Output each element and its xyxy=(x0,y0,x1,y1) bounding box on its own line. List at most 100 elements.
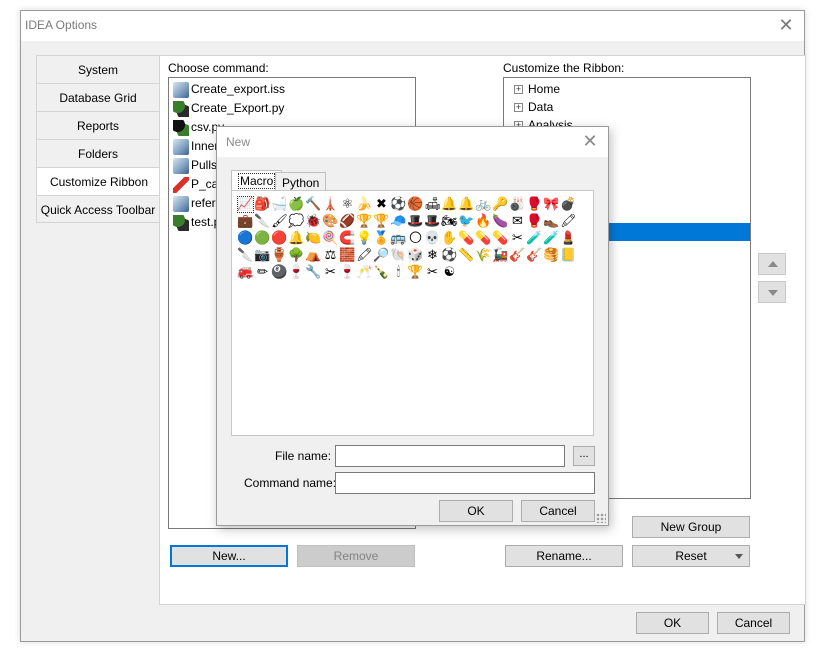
icon-option[interactable]: 🚲 xyxy=(475,196,492,213)
icon-option[interactable]: ⚛ xyxy=(339,196,356,213)
icon-option[interactable]: 🔔 xyxy=(288,230,305,247)
close-icon[interactable]: ✕ xyxy=(774,14,798,38)
icon-option[interactable]: 🎳 xyxy=(509,196,526,213)
reset-button[interactable]: Reset xyxy=(632,545,750,567)
icon-option[interactable]: 🥊 xyxy=(526,213,543,230)
tab-reports[interactable]: Reports xyxy=(36,111,160,139)
file-name-field[interactable] xyxy=(335,445,565,467)
icon-option[interactable]: 🏍 xyxy=(441,213,458,230)
icon-option[interactable]: 🖍 xyxy=(560,213,577,230)
icon-option[interactable]: 💊 xyxy=(492,230,509,247)
icon-option[interactable]: 🔔 xyxy=(441,196,458,213)
icon-option[interactable]: 🔪 xyxy=(254,213,271,230)
icon-option[interactable]: 🏅 xyxy=(373,230,390,247)
icon-option[interactable]: ✖ xyxy=(373,196,390,213)
list-item[interactable]: Create_export.iss xyxy=(169,80,415,99)
icon-option[interactable]: 🎸 xyxy=(526,247,543,264)
icon-option[interactable]: 🎒 xyxy=(254,196,271,213)
icon-option[interactable]: 📏 xyxy=(458,247,475,264)
icon-option[interactable]: 🧪 xyxy=(526,230,543,247)
tab-folders[interactable]: Folders xyxy=(36,139,160,167)
icon-option[interactable]: 🏆 xyxy=(407,264,424,281)
list-item[interactable]: Create_Export.py xyxy=(169,99,415,118)
icon-option[interactable]: 🍆 xyxy=(492,213,509,230)
icon-option[interactable]: ❄ xyxy=(424,247,441,264)
icon-option[interactable]: 🎲 xyxy=(407,247,424,264)
icon-option[interactable]: 🏆 xyxy=(373,213,390,230)
icon-option[interactable]: 🥊 xyxy=(526,196,543,213)
icon-option[interactable]: 🍌 xyxy=(356,196,373,213)
icon-option[interactable]: 🌳 xyxy=(288,247,305,264)
icon-option[interactable]: 🕯 xyxy=(390,264,407,281)
icon-option[interactable]: 🐦 xyxy=(458,213,475,230)
icon-option[interactable]: 🎸 xyxy=(509,247,526,264)
icon-option[interactable]: 🎱 xyxy=(271,264,288,281)
icon-option[interactable]: 🟢 xyxy=(254,230,271,247)
icon-option[interactable]: 🐚 xyxy=(390,247,407,264)
icon-option[interactable]: 💡 xyxy=(356,230,373,247)
icon-option[interactable]: 💊 xyxy=(475,230,492,247)
icon-option[interactable]: 💣 xyxy=(560,196,577,213)
command-name-field[interactable] xyxy=(335,472,595,494)
icon-option[interactable]: 🗼 xyxy=(322,196,339,213)
icon-option[interactable]: 💄 xyxy=(560,230,577,247)
icon-option[interactable]: 🚒 xyxy=(237,264,254,281)
icon-option[interactable]: 🖌 xyxy=(271,213,288,230)
tree-item-home[interactable]: + Home xyxy=(504,80,750,98)
icon-option[interactable]: 🔑 xyxy=(492,196,509,213)
icon-option[interactable]: 📷 xyxy=(254,247,271,264)
icon-option[interactable]: 🧢 xyxy=(390,213,407,230)
icon-option[interactable]: 💊 xyxy=(458,230,475,247)
move-up-button[interactable] xyxy=(758,253,786,275)
icon-option[interactable]: 🎀 xyxy=(543,196,560,213)
icon-option[interactable]: ⛺ xyxy=(305,247,322,264)
icon-option[interactable]: 🧲 xyxy=(339,230,356,247)
tab-customize-ribbon[interactable]: Customize Ribbon xyxy=(36,167,161,195)
icon-option[interactable]: 🎩 xyxy=(407,213,424,230)
expand-icon[interactable]: + xyxy=(514,84,523,94)
move-down-button[interactable] xyxy=(758,281,786,303)
icon-option[interactable]: 🌾 xyxy=(475,247,492,264)
icon-option[interactable]: 🍏 xyxy=(288,196,305,213)
icon-option[interactable]: ⚽ xyxy=(441,247,458,264)
icon-option[interactable]: ⚽ xyxy=(390,196,407,213)
icon-option[interactable]: 🥂 xyxy=(356,264,373,281)
icon-option[interactable]: ✏ xyxy=(254,264,271,281)
icon-option[interactable]: 🍷 xyxy=(339,264,356,281)
tab-python[interactable]: Python xyxy=(275,172,327,192)
icon-option[interactable]: 🚂 xyxy=(492,247,509,264)
icon-option[interactable]: ✂ xyxy=(509,230,526,247)
remove-command-button[interactable]: Remove xyxy=(297,545,415,567)
icon-option[interactable]: 🍾 xyxy=(373,264,390,281)
icon-option[interactable]: 🔨 xyxy=(305,196,322,213)
cancel-button[interactable]: Cancel xyxy=(717,612,790,634)
icon-option[interactable]: 🧱 xyxy=(339,247,356,264)
icon-option[interactable]: 💼 xyxy=(237,213,254,230)
icon-option[interactable]: 🏆 xyxy=(356,213,373,230)
icon-option[interactable]: 🍋 xyxy=(305,230,322,247)
icon-option[interactable]: 🏀 xyxy=(407,196,424,213)
icon-option[interactable]: 🔧 xyxy=(305,264,322,281)
icon-option[interactable]: 🎩 xyxy=(424,213,441,230)
icon-option[interactable]: ✂ xyxy=(424,264,441,281)
icon-option[interactable]: 🥞 xyxy=(543,247,560,264)
icon-option[interactable]: 📈 xyxy=(237,196,254,213)
icon-option[interactable]: 🛋 xyxy=(424,196,441,213)
ok-button[interactable]: OK xyxy=(636,612,709,634)
new-group-button[interactable]: New Group xyxy=(632,516,750,538)
icon-option[interactable]: 🔔 xyxy=(458,196,475,213)
icon-option[interactable]: 🔵 xyxy=(237,230,254,247)
icon-option[interactable]: 🐞 xyxy=(305,213,322,230)
tab-database-grid[interactable]: Database Grid xyxy=(36,83,160,111)
icon-option[interactable]: 🔥 xyxy=(475,213,492,230)
icon-option[interactable]: ⚖ xyxy=(322,247,339,264)
icon-option[interactable]: 🏈 xyxy=(339,213,356,230)
tab-system[interactable]: System xyxy=(36,55,160,83)
tab-quick-access-toolbar[interactable]: Quick Access Toolbar xyxy=(36,195,160,223)
icon-option[interactable]: 💭 xyxy=(288,213,305,230)
dialog-ok-button[interactable]: OK xyxy=(439,500,513,522)
icon-option[interactable]: 🔴 xyxy=(271,230,288,247)
dialog-cancel-button[interactable]: Cancel xyxy=(521,500,595,522)
tree-item-data[interactable]: + Data xyxy=(504,98,750,116)
icon-option[interactable]: 📒 xyxy=(560,247,577,264)
